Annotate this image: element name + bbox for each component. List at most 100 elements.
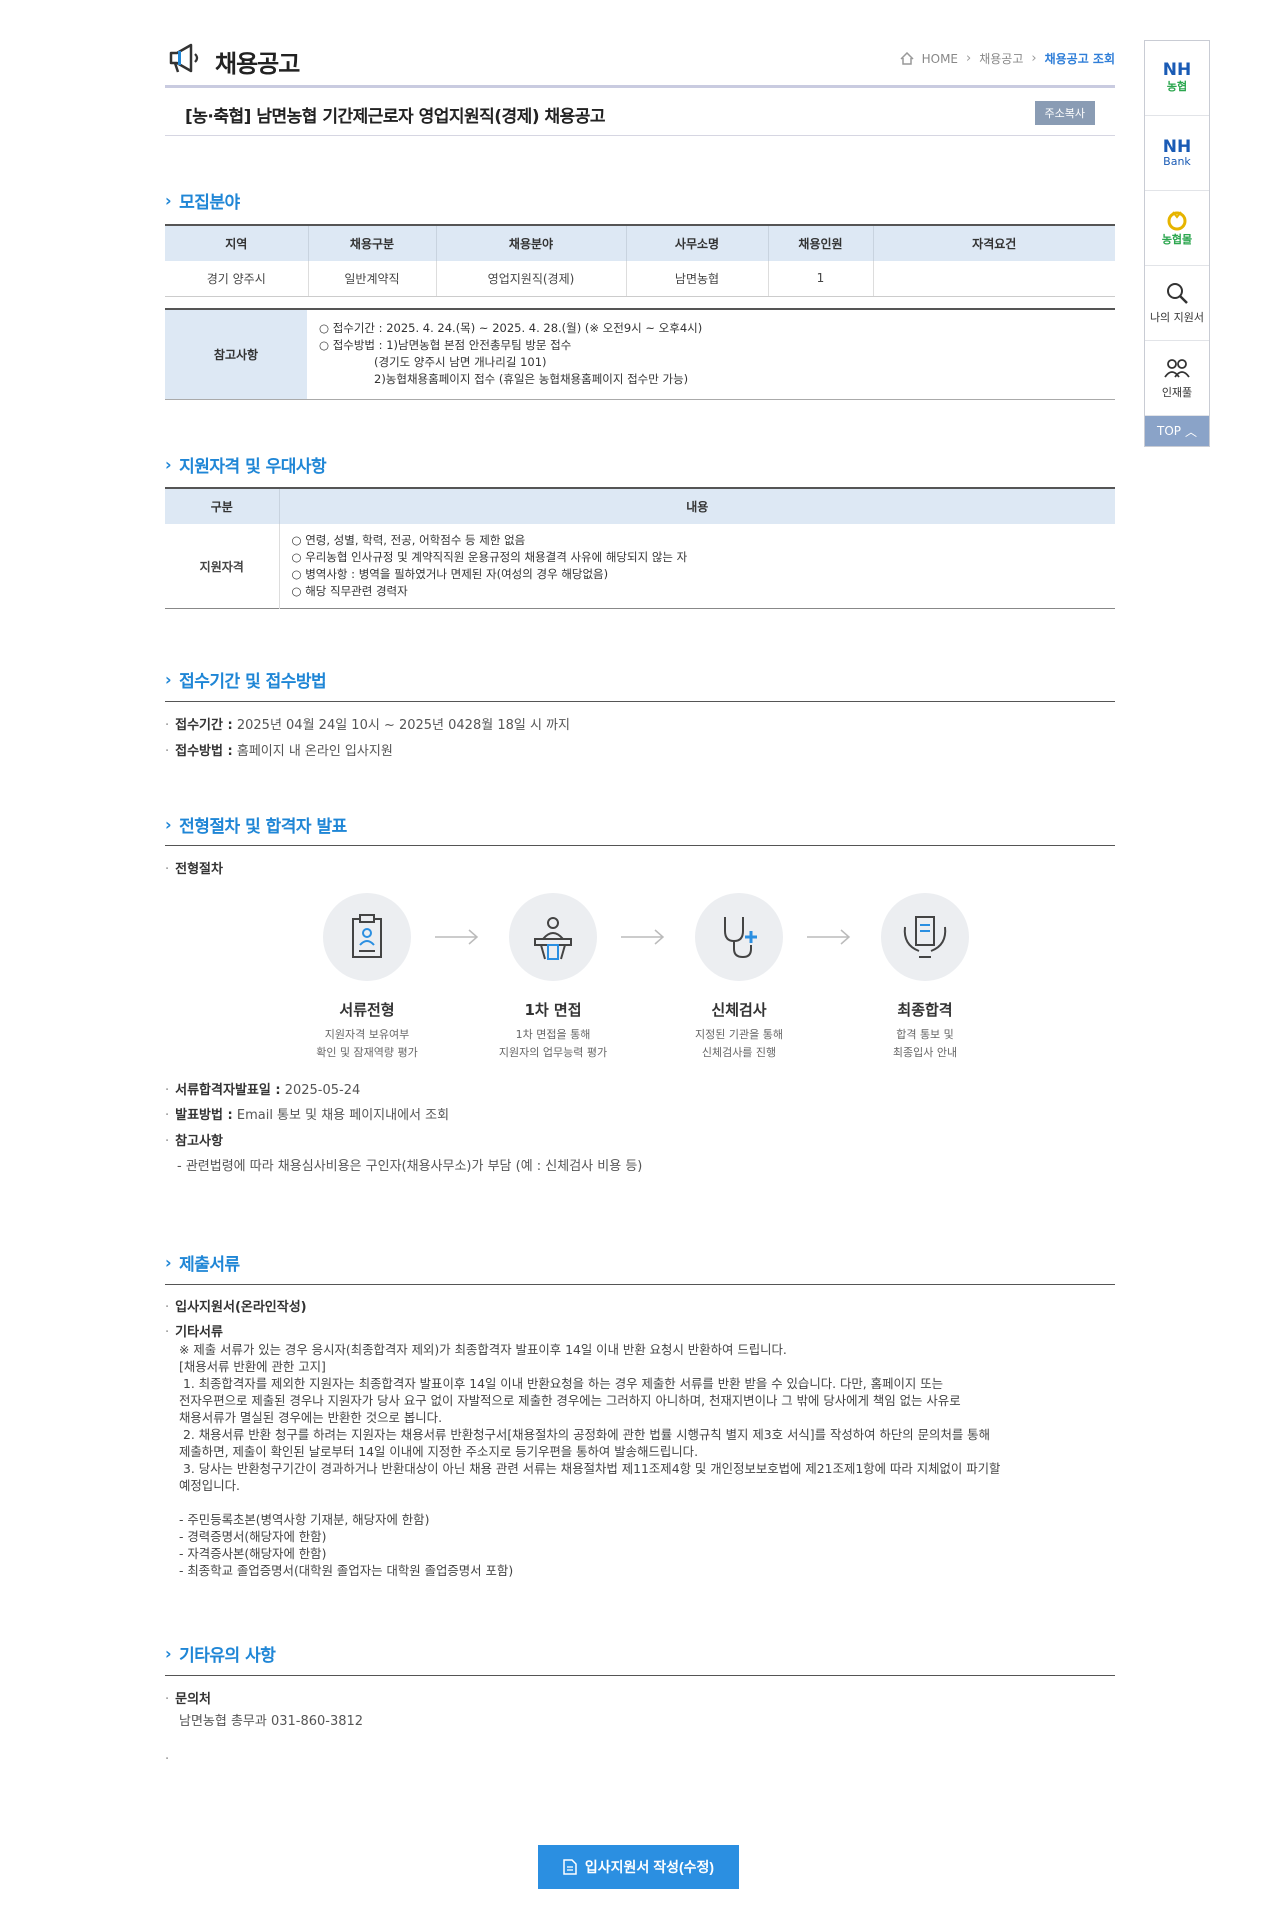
chevron-right-icon: ›: [165, 670, 172, 689]
col-header: 지역: [165, 225, 309, 261]
section-title-etc: › 기타유의 사항: [165, 1641, 276, 1666]
method-value: 홈페이지 내 온라인 입사지원: [236, 744, 393, 759]
chevron-right-icon: ›: [165, 455, 172, 474]
chevron-right-icon: ›: [966, 51, 972, 66]
bullet: ·: [165, 1083, 170, 1098]
nh-nonghyup-link[interactable]: NH 농협: [1145, 41, 1209, 116]
bullet: ·: [165, 718, 170, 733]
process-step-2: 1차 면접 1차 면접을 통해 지원자의 업무능력 평가: [473, 893, 633, 1062]
step-desc: 합격 통보 및 최종입사 안내: [845, 1026, 1005, 1062]
cell-qualification: [873, 261, 1115, 297]
page-title: 채용공고: [215, 50, 300, 78]
copy-address-button[interactable]: 주소복사: [1034, 101, 1095, 125]
process-note-label: 참고사항: [175, 1134, 223, 1149]
contact-label-line: · 문의처: [165, 1688, 211, 1707]
process-note: · 참고사항: [165, 1130, 223, 1149]
note-line: (경기도 양주시 남면 개나리길 101): [374, 355, 547, 370]
step-name: 신체검사: [711, 1001, 767, 1019]
breadcrumb: HOME › 채용공고 › 채용공고 조회: [900, 50, 1115, 67]
search-icon: [1167, 283, 1188, 304]
section-title-text: 기타유의 사항: [179, 1646, 276, 1666]
top-label: TOP: [1156, 424, 1181, 438]
step-name: 1차 면접: [524, 1001, 582, 1019]
nonghyup-mall-link[interactable]: 농협몰: [1145, 191, 1209, 266]
table-row: 경기 양주시 일반계약직 영업지원직(경제) 남면농협 1: [165, 261, 1115, 297]
scroll-top-button[interactable]: TOP ︿: [1145, 416, 1209, 446]
chevron-right-icon: ›: [165, 1644, 172, 1663]
section-title-text: 지원자격 및 우대사항: [179, 457, 327, 477]
document-icon: [352, 914, 382, 958]
method-label: 접수방법 :: [175, 744, 233, 759]
note-line: ○ 접수기간 : 2025. 4. 24.(목) ~ 2025. 4. 28.(…: [319, 321, 703, 336]
bullet: ·: [165, 862, 170, 877]
certificate-icon: [903, 916, 947, 958]
step-desc: 지정된 기관을 통해 신체검사를 진행: [659, 1026, 819, 1062]
document-item: · 입사지원서(온라인작성): [165, 1296, 307, 1315]
divider: [165, 1284, 1115, 1285]
process-sublabel-text: 전형절차: [175, 862, 223, 877]
cell-field: 영업지원직(경제): [436, 261, 627, 297]
chevron-right-icon: ›: [165, 1253, 172, 1272]
table-row: 지원자격 ○ 연령, 성별, 학력, 전공, 어학점수 등 제한 없음 ○ 우리…: [165, 524, 1115, 609]
nh-logo: NH: [1162, 60, 1192, 80]
interview-icon: [534, 917, 572, 960]
chevron-right-icon: ›: [165, 815, 172, 834]
breadcrumb-home[interactable]: HOME: [922, 52, 958, 66]
stethoscope-icon: [724, 917, 757, 959]
step-desc: 지원자격 보유여부 확인 및 잠재역량 평가: [287, 1026, 447, 1062]
row-content: ○ 연령, 성별, 학력, 전공, 어학점수 등 제한 없음 ○ 우리농협 인사…: [279, 524, 1115, 609]
application-period: · 접수기간 : 2025년 04월 24일 10시 ~ 2025년 0428월 …: [165, 714, 570, 733]
write-application-button[interactable]: 입사지원서 작성(수정): [538, 1845, 739, 1889]
post-title-bar: [농·축협] 남면농협 기간제근로자 영업지원직(경제) 채용공고 주소복사: [165, 88, 1115, 136]
step-name: 서류전형: [339, 1001, 395, 1019]
cell-count: 1: [768, 261, 874, 297]
quick-menu: NH 농협 NH Bank 농협몰 나의 지원서 인재풀 TOP ︿: [1144, 40, 1210, 447]
divider: [165, 1675, 1115, 1676]
note-content: ○ 접수기간 : 2025. 4. 24.(목) ~ 2025. 4. 28.(…: [307, 309, 1115, 399]
document-details: ※ 제출 서류가 있는 경우 응시자(최종합격자 제외)가 최종합격자 발표이후…: [179, 1342, 1001, 1578]
cell-region: 경기 양주시: [165, 261, 309, 297]
chevron-up-icon: ︿: [1185, 424, 1198, 439]
announce-label: 서류합격자발표일 :: [175, 1083, 281, 1098]
home-icon: [900, 52, 914, 65]
note-line: ○ 접수방법 : 1)남면농협 본점 안전총무팀 방문 접수: [319, 338, 572, 353]
notify-value: Email 통보 및 채용 페이지내에서 조회: [236, 1108, 450, 1123]
nonghyup-mall-label: 농협몰: [1161, 233, 1193, 246]
process-note-text: - 관련법령에 따라 채용심사비용은 구인자(채용사무소)가 부담 (예 : 신…: [177, 1159, 643, 1174]
nh-bank-link[interactable]: NH Bank: [1145, 116, 1209, 191]
col-header: 채용인원: [768, 225, 874, 261]
breadcrumb-current[interactable]: 채용공고 조회: [1045, 50, 1115, 67]
step-desc-line: 합격 통보 및: [896, 1028, 954, 1041]
qualification-item: ○ 병역사항 : 병역을 필하였거나 면제된 자(여성의 경우 해당없음): [291, 567, 609, 581]
col-header: 채용구분: [308, 225, 437, 261]
talent-pool-link[interactable]: 인재풀: [1145, 341, 1209, 416]
step-desc-line: 확인 및 잠재역량 평가: [316, 1046, 418, 1059]
section-title-process: › 전형절차 및 합격자 발표: [165, 812, 347, 837]
section-title-text: 전형절차 및 합격자 발표: [179, 817, 347, 837]
qualification-item: ○ 연령, 성별, 학력, 전공, 어학점수 등 제한 없음: [291, 533, 526, 547]
bullet: ·: [165, 1325, 170, 1340]
qualification-item: ○ 해당 직무관련 경력자: [291, 584, 408, 598]
step-circle: [509, 893, 597, 981]
process-step-3: 신체검사 지정된 기관을 통해 신체검사를 진행: [659, 893, 819, 1062]
step-desc-line: 1차 면접을 통해: [515, 1028, 591, 1041]
announce-value: 2025-05-24: [284, 1083, 361, 1098]
col-header: 사무소명: [626, 225, 769, 261]
col-header: 구분: [165, 488, 280, 524]
nh-logo-sub: 농협: [1166, 80, 1188, 93]
cell-office: 남면농협: [626, 261, 769, 297]
empty-bullet: ·: [165, 1752, 175, 1767]
people-icon: [1164, 359, 1190, 378]
megaphone-icon: [169, 43, 199, 73]
my-application-link[interactable]: 나의 지원서: [1145, 266, 1209, 341]
step-desc: 1차 면접을 통해 지원자의 업무능력 평가: [473, 1026, 633, 1062]
step-circle: [323, 893, 411, 981]
notify-label: 발표방법 :: [175, 1108, 233, 1123]
section-title-text: 접수기간 및 접수방법: [179, 672, 327, 692]
step-circle: [881, 893, 969, 981]
qualification-item: ○ 우리농협 인사규정 및 계약직직원 운용규정의 채용결격 사유에 해당되지 …: [291, 550, 688, 564]
col-header: 내용: [279, 488, 1115, 524]
process-step-4: 최종합격 합격 통보 및 최종입사 안내: [845, 893, 1005, 1062]
section-title-text: 제출서류: [179, 1255, 240, 1275]
breadcrumb-recruit[interactable]: 채용공고: [979, 50, 1023, 67]
